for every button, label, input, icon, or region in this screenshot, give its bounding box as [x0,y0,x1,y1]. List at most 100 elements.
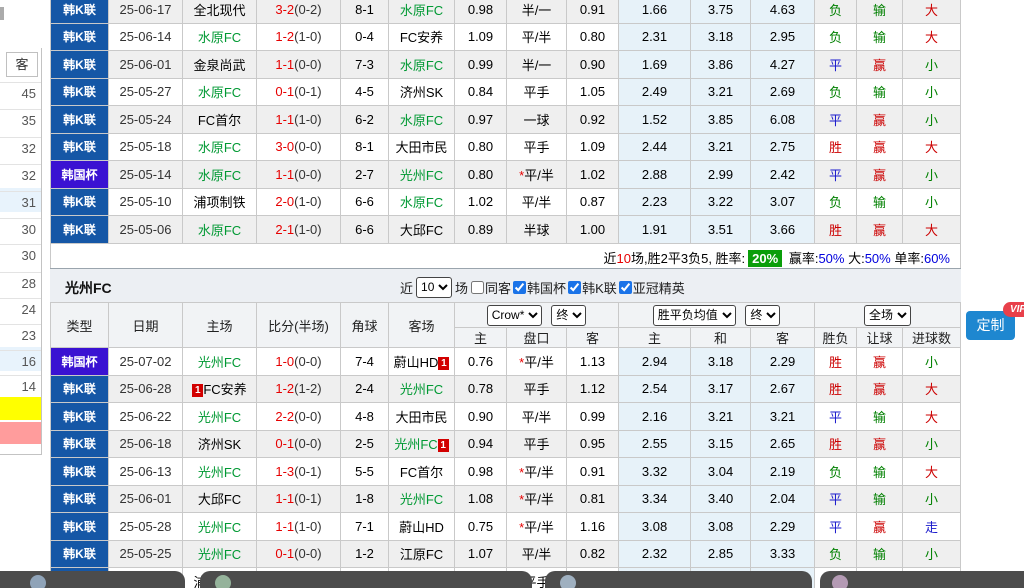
away-team-name: 济州SK [400,85,443,100]
table-row: 韩K联25-06-18济州SK0-1(0-0)2-5光州FC10.94平手0.9… [51,430,961,458]
sidebar-number: 28 [0,276,36,292]
away-team-cell: 水原FC [389,0,455,23]
sidebar-row-line [0,350,41,351]
stats-text: 近 [604,251,617,266]
result-cell: 负 [815,458,857,486]
date-cell: 25-06-22 [109,403,183,431]
handicap-result-cell: 输 [857,78,903,106]
handicap-cell: 半/一 [507,0,567,23]
handicap-text: 平/半 [522,410,552,425]
away-team-cell: 江原FC [389,540,455,568]
left-cropped-column: 客 453532323130302824231614 [0,0,50,588]
away-team-cell: 水原FC [389,106,455,134]
table-row: 韩K联25-05-28光州FC1-1(1-0)7-1蔚山HD0.75*平/半1.… [51,513,961,541]
recent-matches-select[interactable]: 10 [416,277,452,298]
home-team-cell: 光州FC [183,513,257,541]
away-team-cell: 光州FC [389,485,455,513]
euro-draw-odds-cell: 3.17 [691,375,751,403]
sidebar-row-line [0,298,41,299]
europe-final-select[interactable]: 终 [745,305,780,326]
away-team-name: 水原FC [400,3,443,18]
date-cell: 25-05-06 [109,216,183,244]
fulltime-score: 3-0 [275,139,294,154]
subheader-euro-draw: 和 [691,328,751,348]
table-row: 韩K联25-06-22光州FC2-2(0-0)4-8大田市民0.90平/半0.9… [51,403,961,431]
euro-away-odds-cell: 2.95 [751,23,815,51]
result-cell: 平 [815,106,857,134]
asia-home-odds-cell: 1.08 [455,485,507,513]
away-team-name: 水原FC [400,58,443,73]
handicap-result-cell: 输 [857,458,903,486]
home-team-name: 水原FC [198,168,241,183]
league-cell: 韩K联 [51,133,109,161]
sidebar-number: 32 [0,141,36,157]
handicap-cell: *平/半 [507,513,567,541]
asia-home-odds-cell: 1.02 [455,188,507,216]
sidebar-row-line [0,218,41,219]
result-cell: 负 [815,78,857,106]
handicap-result-cell: 赢 [857,568,903,588]
euro-draw-odds-cell: 3.22 [691,188,751,216]
table-row: 韩K联25-06-281FC安养1-2(1-2)2-4光州FC0.78平手1.1… [51,375,961,403]
halftime-score: (0-0) [294,436,321,451]
table-row: 韩K联25-05-10浦项制铁2-0(1-0)6-6水原FC1.02平/半0.8… [51,188,961,216]
corner-cell: 4-8 [341,403,389,431]
date-cell: 25-07-02 [109,348,183,376]
europe-avg-select[interactable]: 胜平负均值 [653,305,736,326]
handicap-text: 平/半 [524,465,554,480]
fulltime-score: 0-1 [275,84,294,99]
league-cell: 韩K联 [51,51,109,79]
result-cell: 负 [815,540,857,568]
filter-checkbox-2[interactable] [513,281,526,294]
league-cell: 韩国杯 [51,161,109,189]
stats-value: 60% [924,251,950,266]
away-team-name: 水原FC [400,195,443,210]
halftime-score: (1-2) [294,381,321,396]
asia-away-odds-cell: 0.91 [567,458,619,486]
euro-draw-odds-cell: 3.04 [691,458,751,486]
euro-draw-odds-cell: 3.51 [691,216,751,244]
stats-value: 50% [865,251,891,266]
filter-checkbox-1[interactable] [471,281,484,294]
unit-label: 场 [455,278,468,297]
halftime-score: (0-0) [294,574,321,588]
league-cell: 韩K联 [51,106,109,134]
handicap-text: 半/一 [522,58,552,73]
sidebar-number: 45 [0,86,36,102]
filter-checkbox-label: 亚冠精英 [633,278,685,297]
euro-home-odds-cell: 2.49 [619,568,691,588]
goals-result-cell: 大 [903,23,961,51]
euro-home-odds-cell: 3.32 [619,458,691,486]
league-cell: 韩K联 [51,23,109,51]
home-team-name: 光州FC [198,465,241,480]
result-cell: 平 [815,403,857,431]
filter-checkbox-3[interactable] [568,281,581,294]
filter-option: 韩国杯 [513,278,566,297]
halftime-score: (1-0) [294,519,321,534]
corner-cell: 2-4 [341,375,389,403]
odds-company-select[interactable]: Crow* [487,305,542,326]
handicap-result-cell: 赢 [857,348,903,376]
score-cell: 1-3(0-1) [257,458,341,486]
euro-draw-odds-cell: 3.21 [691,78,751,106]
sidebar-number: 32 [0,168,36,184]
fulltime-score: 1-1 [275,167,294,182]
fulltime-score: 1-1 [275,112,294,127]
handicap-text: 一球 [523,113,549,128]
league-cell: 韩K联 [51,78,109,106]
euro-draw-odds-cell: 3.18 [691,23,751,51]
filter-checkbox-4[interactable] [619,281,632,294]
handicap-result-cell: 赢 [857,216,903,244]
euro-draw-odds-cell: 3.21 [691,133,751,161]
stats-text: 单率: [891,251,924,266]
goals-result-cell: 大 [903,216,961,244]
asia-final-select[interactable]: 终 [551,305,586,326]
euro-away-odds-cell: 4.63 [751,0,815,23]
scope-select[interactable]: 全场 [864,305,911,326]
filter-option: 同客 [471,278,511,297]
table-row: 韩K联25-05-18水原FC3-0(0-0)8-1大田市民0.80平手1.09… [51,133,961,161]
stats-text: 大: [844,251,864,266]
match-history-page: 客 453532323130302824231614 韩K联25-06-17全北… [0,0,1024,588]
score-cell: 0-1(0-1) [257,78,341,106]
asia-away-odds-cell: 0.92 [567,106,619,134]
